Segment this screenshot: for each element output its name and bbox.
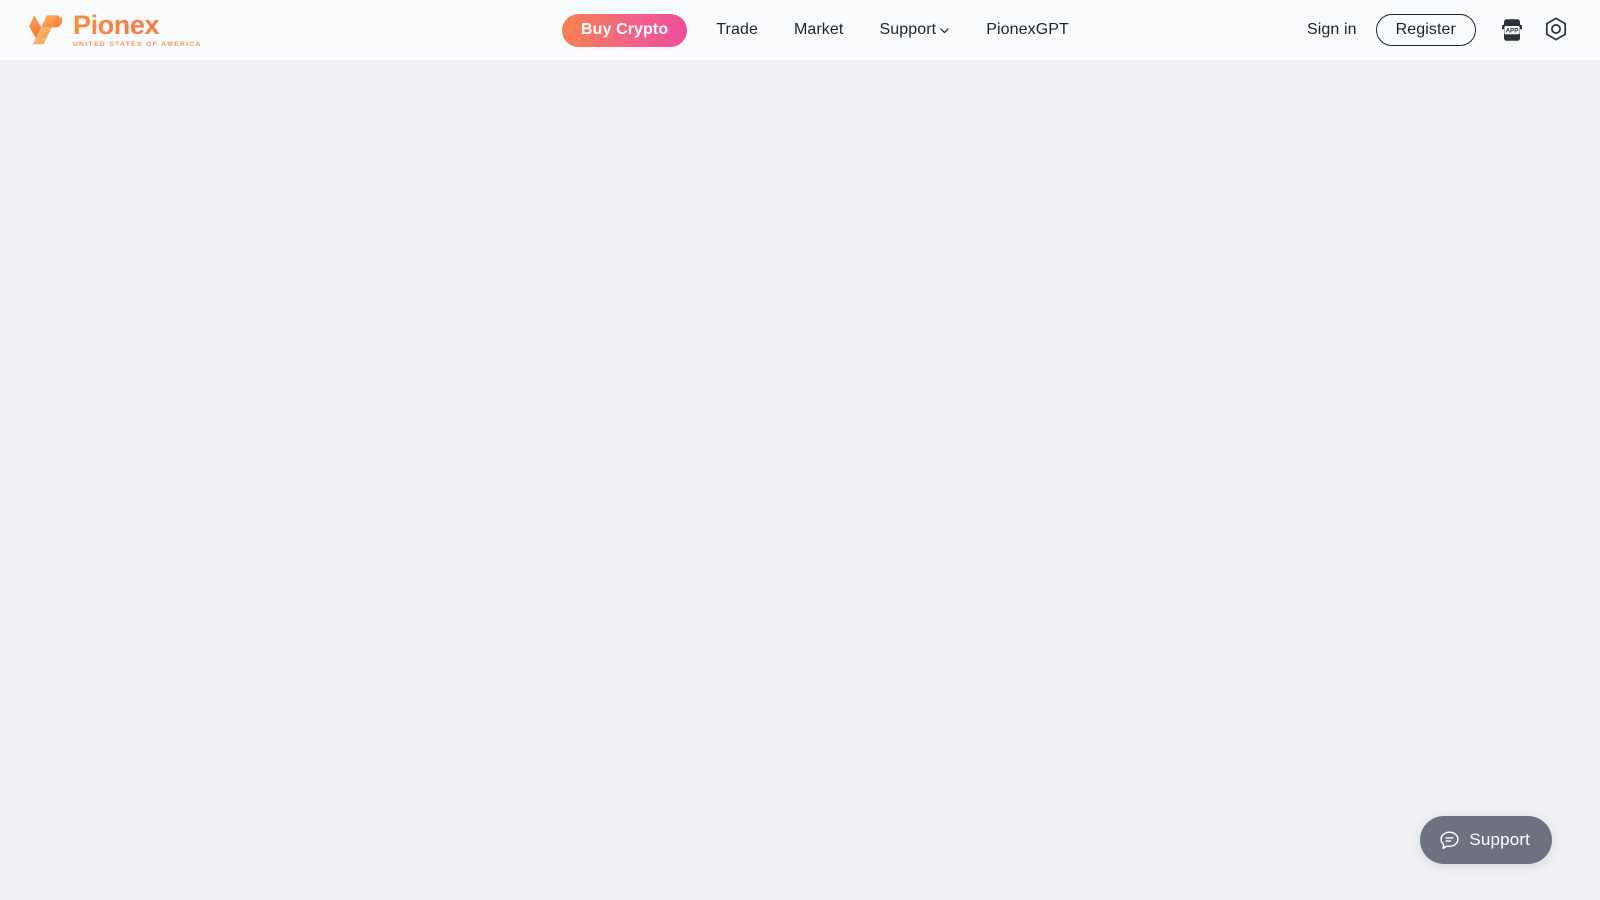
site-header: Pionex UNITED STATES OF AMERICA Buy Cryp…: [0, 0, 1600, 60]
nav-item-support-label: Support: [879, 21, 937, 38]
logo-text-group: Pionex UNITED STATES OF AMERICA: [73, 11, 202, 49]
register-button[interactable]: Register: [1375, 14, 1476, 46]
pionex-p-mark-icon: [29, 15, 63, 45]
chat-bubble-icon: [1440, 830, 1460, 849]
svg-text:APP: APP: [1506, 27, 1519, 34]
nav-item-support[interactable]: Support: [861, 0, 968, 60]
nav-item-market[interactable]: Market: [776, 0, 862, 60]
sign-in-button[interactable]: Sign in: [1291, 0, 1373, 60]
buy-crypto-button[interactable]: Buy Crypto: [562, 13, 688, 47]
nav-item-trade[interactable]: Trade: [698, 0, 776, 60]
primary-navigation: Buy Crypto Trade Market Support PionexGP…: [562, 0, 1087, 60]
nav-item-pionexgpt[interactable]: PionexGPT: [968, 0, 1087, 60]
main-content-area: [0, 60, 1600, 900]
settings-hexagon-icon[interactable]: [1534, 0, 1578, 60]
header-account-actions: Sign in Register APP: [1291, 0, 1578, 60]
chevron-down-icon: [939, 25, 950, 36]
logo-home-link[interactable]: Pionex UNITED STATES OF AMERICA: [28, 11, 202, 49]
logo-subtitle: UNITED STATES OF AMERICA: [73, 41, 202, 49]
app-download-icon[interactable]: APP: [1490, 0, 1534, 60]
logo-wordmark: Pionex: [73, 12, 202, 39]
support-chat-button[interactable]: Support: [1420, 816, 1552, 864]
support-chat-label: Support: [1469, 830, 1530, 849]
page-root: Pionex UNITED STATES OF AMERICA Buy Cryp…: [0, 0, 1600, 900]
